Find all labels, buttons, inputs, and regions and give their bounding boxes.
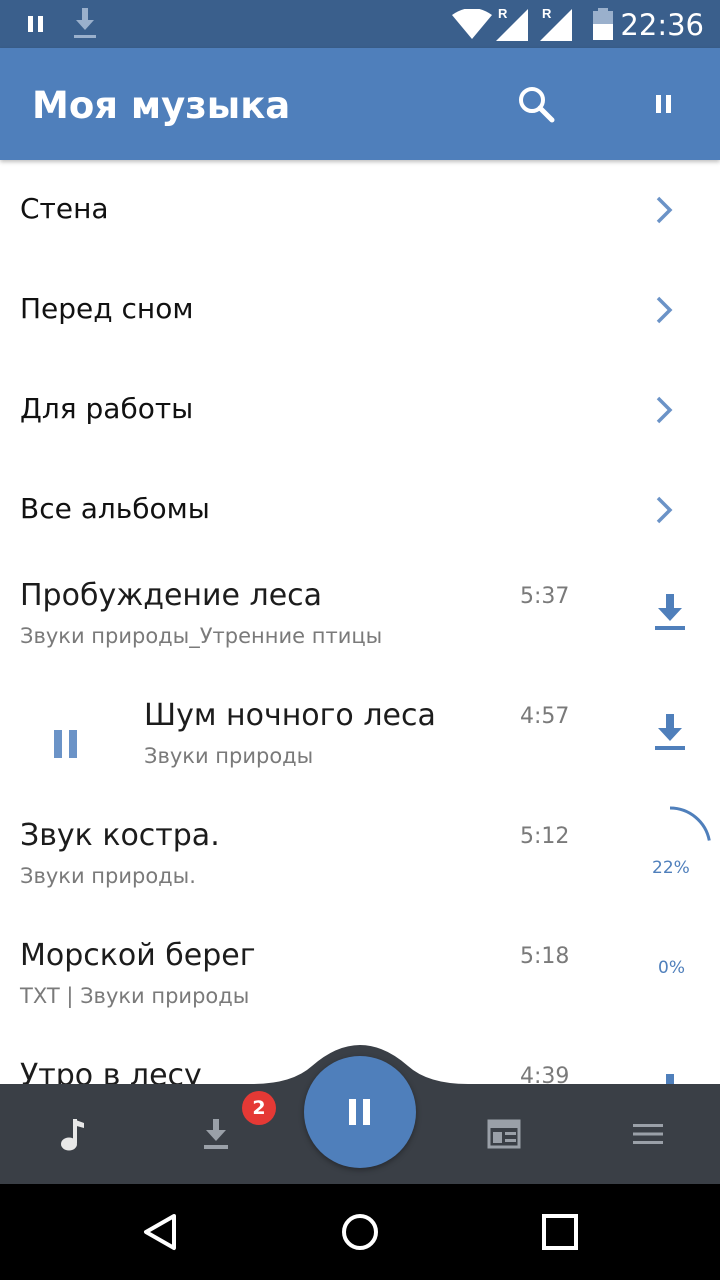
search-icon: [519, 87, 555, 123]
download-icon: [204, 1119, 228, 1149]
pause-icon: [656, 95, 671, 113]
track-artist: Звуки природы.: [20, 864, 196, 888]
system-nav-bar: [0, 1184, 720, 1280]
track-title: Шум ночного леса: [144, 698, 436, 733]
play-pause-fab[interactable]: [304, 1056, 416, 1168]
pause-icon: [54, 730, 77, 758]
nav-item-all-albums[interactable]: Все альбомы: [0, 460, 720, 560]
news-feed-icon: [487, 1119, 521, 1149]
pause-icon: [349, 1099, 370, 1125]
track-artist: TXT | Звуки природы: [20, 984, 250, 1008]
chevron-right-icon: [656, 396, 673, 424]
track-row[interactable]: Морской берег TXT | Звуки природы 5:18 0…: [0, 920, 720, 1040]
downloads-count-badge: 2: [242, 1091, 276, 1125]
track-duration: 5:12: [520, 824, 570, 849]
track-duration: 4:39: [520, 1064, 570, 1084]
download-icon: [655, 714, 685, 750]
back-button[interactable]: [130, 1202, 190, 1262]
home-button[interactable]: [330, 1202, 390, 1262]
nav-item-label: Перед сном: [20, 292, 194, 325]
track-duration: 5:18: [520, 944, 570, 969]
track-duration: 5:37: [520, 584, 570, 609]
track-title: Утро в лесу: [20, 1058, 202, 1084]
download-icon: [655, 594, 685, 630]
chevron-right-icon: [656, 296, 673, 324]
recents-button[interactable]: [530, 1202, 590, 1262]
track-row[interactable]: Пробуждение леса Звуки природы_Утренние …: [0, 560, 720, 680]
pause-icon: [26, 0, 46, 48]
track-row-playing[interactable]: Шум ночного леса Звуки природы 4:57: [0, 680, 720, 800]
track-title: Пробуждение леса: [20, 578, 323, 613]
tab-news-feed[interactable]: [432, 1084, 576, 1184]
status-time: 22:36: [620, 8, 704, 42]
nav-item-before-sleep[interactable]: Перед сном: [0, 260, 720, 360]
nav-item-label: Для работы: [20, 392, 194, 425]
nav-item-for-work[interactable]: Для работы: [0, 360, 720, 460]
recents-icon: [542, 1214, 578, 1250]
home-icon: [342, 1214, 378, 1250]
track-title: Звук костра.: [20, 818, 220, 853]
pause-button[interactable]: [636, 76, 692, 132]
back-icon: [144, 1214, 176, 1250]
download-button[interactable]: [640, 702, 700, 762]
tab-music[interactable]: [0, 1084, 144, 1184]
track-artist: Звуки природы: [144, 744, 314, 768]
menu-icon: [633, 1124, 663, 1144]
wifi-icon: [452, 0, 492, 48]
download-button[interactable]: [640, 582, 700, 642]
download-button[interactable]: [640, 1062, 700, 1084]
track-title: Морской берег: [20, 938, 256, 973]
download-progress-ring: [669, 806, 711, 841]
page-title: Моя музыка: [32, 84, 291, 127]
nav-item-wall[interactable]: Стена: [0, 160, 720, 260]
download-icon: [72, 0, 98, 48]
nav-item-label: Все альбомы: [20, 492, 210, 525]
track-row[interactable]: Звук костра. Звуки природы. 5:12 22%: [0, 800, 720, 920]
download-progress-label: 22%: [652, 858, 690, 878]
chevron-right-icon: [656, 196, 673, 224]
status-bar: R R 22:36: [0, 0, 720, 48]
track-duration: 4:57: [520, 704, 570, 729]
nav-item-label: Стена: [20, 192, 109, 225]
download-progress-label: 0%: [658, 958, 685, 978]
music-list[interactable]: Стена Перед сном Для работы Все альбомы …: [0, 160, 720, 1084]
app-bar: Моя музыка: [0, 48, 720, 160]
track-artist: Звуки природы_Утренние птицы: [20, 624, 383, 648]
download-icon: [666, 1074, 674, 1084]
tab-menu[interactable]: [576, 1084, 720, 1184]
search-button[interactable]: [508, 76, 564, 132]
signal-icon: R: [538, 0, 574, 48]
battery-icon: [592, 0, 614, 48]
signal-icon: R: [494, 0, 530, 48]
music-note-icon: [61, 1119, 84, 1151]
track-pause-button[interactable]: [36, 714, 96, 774]
chevron-right-icon: [656, 496, 673, 524]
